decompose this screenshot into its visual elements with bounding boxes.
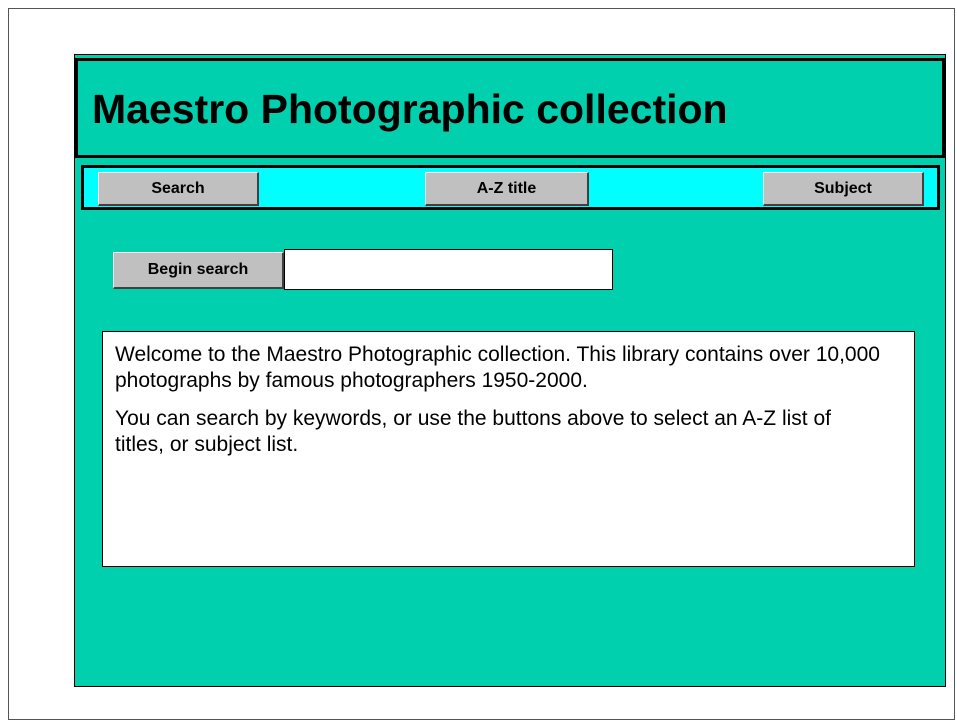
search-button[interactable]: Search <box>98 172 259 206</box>
nav-bar: Search A-Z title Subject <box>81 165 940 210</box>
app-window: Maestro Photographic collection Search A… <box>74 54 946 687</box>
welcome-intro-text: Welcome to the Maestro Photographic coll… <box>115 343 880 392</box>
slide-frame: Maestro Photographic collection Search A… <box>8 8 955 720</box>
az-title-button[interactable]: A-Z title <box>425 172 589 206</box>
page-title: Maestro Photographic collection <box>92 86 728 132</box>
title-bar: Maestro Photographic collection <box>75 58 945 158</box>
subject-button[interactable]: Subject <box>763 172 924 206</box>
welcome-instructions-text: You can search by keywords, or use the b… <box>115 407 831 456</box>
welcome-panel: Welcome to the Maestro Photographic coll… <box>102 331 915 567</box>
search-input[interactable] <box>284 249 613 290</box>
begin-search-button[interactable]: Begin search <box>113 252 284 289</box>
